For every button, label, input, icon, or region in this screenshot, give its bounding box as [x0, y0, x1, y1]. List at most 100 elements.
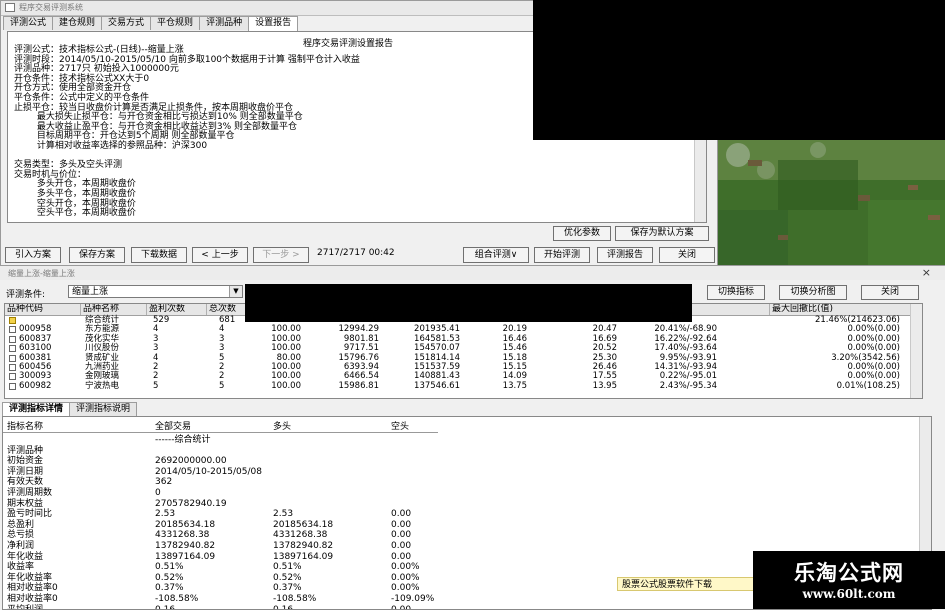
detail-cell-k: 盈亏时间比 — [7, 509, 53, 520]
col-drawdown[interactable]: 最大回撤比(值) — [770, 304, 913, 315]
report-line: 计算相对收益率选择的参照品种：沪深300 — [14, 140, 208, 151]
table-row[interactable]: 600837 茂化实华 3 3 100.00 9801.81 164581.53 16.46 1… — [5, 334, 922, 344]
window-title: 程序交易评测系统 — [19, 3, 83, 12]
close-button[interactable]: 关闭 — [659, 247, 715, 263]
detail-cell-b: 0.52% — [273, 572, 302, 583]
detail-cell-a: 20185634.18 — [155, 519, 216, 530]
download-data-button[interactable]: 下载数据 — [131, 247, 187, 263]
detail-row: 盈亏时间比 2.53 2.53 0.00 — [3, 509, 931, 520]
table-row[interactable]: 600982 宁波热电 5 5 100.00 15986.81 137546.61 13.75… — [5, 380, 922, 391]
detail-cell-k: 总亏损 — [7, 530, 35, 541]
redaction-block — [245, 284, 692, 322]
checkbox[interactable] — [9, 364, 16, 371]
col-name[interactable]: 品种名称 — [81, 304, 147, 315]
progress-text: 2717/2717 00:42 — [317, 248, 395, 258]
checkbox[interactable] — [9, 382, 16, 390]
cell-pct: 100.00 — [271, 380, 301, 391]
table-row[interactable]: 600381 贤成矿业 4 5 80.00 15796.76 151814.14 15.18 2… — [5, 353, 922, 363]
tab-report[interactable]: 设置报告 — [248, 16, 299, 31]
detail-row: 净利润 13782940.82 13782940.82 0.00 — [3, 541, 931, 552]
checkbox[interactable] — [9, 345, 16, 353]
detail-cell-a: -108.58% — [155, 594, 199, 604]
report-lines: 评测公式：技术指标公式-(日线)--缩量上涨 评测时段：2014/05/10-20… — [14, 45, 360, 219]
detail-cell-a: 13897164.09 — [155, 551, 216, 562]
col-blank[interactable] — [695, 304, 770, 315]
next-step-button[interactable]: 下一步 > — [253, 247, 309, 263]
switch-indicator-button[interactable]: 切换指标 — [707, 285, 765, 300]
setup-tabs: 评测公式 建仓规则 交易方式 平仓规则 评测品种 设置报告 — [3, 16, 299, 31]
tab-symbols[interactable]: 评测品种 — [199, 16, 250, 30]
cell-win: 2 — [153, 371, 159, 382]
checkbox[interactable] — [9, 326, 16, 334]
close-result-button[interactable]: 关闭 — [861, 285, 919, 300]
detail-row: 期末权益 2705782940.19 — [3, 499, 931, 510]
detail-cell-c: 0.00 — [391, 530, 412, 541]
folder-icon[interactable] — [9, 317, 16, 324]
detail-header-name: 指标名称 — [7, 422, 44, 432]
table-row[interactable]: 300093 金刚玻璃 2 2 100.00 6466.54 140881.43 14.09 1… — [5, 371, 922, 382]
cell-win: 2 — [153, 362, 159, 372]
start-evaluate-button[interactable]: 开始评测 — [534, 247, 590, 263]
checkbox[interactable] — [9, 354, 16, 362]
tab-open-rule[interactable]: 建仓规则 — [52, 16, 103, 30]
setup-toolbar: 引入方案 保存方案 下载数据 < 上一步 下一步 > 2717/2717 00:… — [1, 244, 717, 266]
detail-cell-k: 总盈利 — [7, 519, 35, 530]
window-titlebar: 缩量上涨-缩量上涨 × — [0, 266, 945, 280]
evaluate-report-button[interactable]: 评测报告 — [597, 247, 653, 263]
detail-row: 初始资金 2692000000.00 — [3, 456, 931, 467]
table-row[interactable]: 600456 九洲药业 2 2 100.00 6393.94 151537.59 15.15 2… — [5, 362, 922, 372]
detail-row: 评测品种 — [3, 446, 931, 457]
report-line: 空头平仓，本周期收盘价 — [14, 208, 136, 219]
cell-name: 宁波热电 — [85, 380, 120, 391]
table-row[interactable]: 603100 川仪股份 3 3 100.00 9717.51 154570.07 15.46 2… — [5, 343, 922, 354]
site-logo: 乐淘公式网 www.60lt.com — [753, 551, 945, 609]
checkbox[interactable] — [9, 335, 16, 343]
cell-v2: 137546.61 — [414, 380, 460, 391]
combo-evaluate-button[interactable]: 组合评测∨ — [463, 247, 529, 263]
detail-cell-c: 0.00 — [391, 519, 412, 530]
detail-cell-b: 2.53 — [273, 509, 294, 520]
detail-header-long: 多头 — [273, 422, 292, 432]
detail-cell-k: 相对收益率0 — [7, 594, 58, 604]
col-total[interactable]: 总次数 — [207, 304, 247, 315]
detail-cell-c: 0.00% — [391, 562, 420, 573]
tab-indicator-detail[interactable]: 评测指标详情 — [2, 402, 71, 417]
cell-v4: 13.95 — [592, 380, 617, 391]
detail-row: 有效天数 362 — [3, 477, 931, 488]
grass-photo — [718, 140, 945, 265]
cell-win: 4 — [153, 324, 159, 335]
tab-indicator-help[interactable]: 评测指标说明 — [69, 402, 138, 416]
detail-cell-k: 年化收益率 — [7, 572, 53, 583]
detail-tabs: 评测指标详情 评测指标说明 — [2, 402, 138, 417]
tab-trade-mode[interactable]: 交易方式 — [101, 16, 152, 30]
switch-chart-button[interactable]: 切换分析图 — [779, 285, 847, 300]
detail-row: 评测日期 2014/05/10-2015/05/08 — [3, 467, 931, 478]
checkbox[interactable] — [9, 373, 16, 381]
chevron-down-icon[interactable]: ▼ — [229, 286, 242, 297]
table-row[interactable]: 000958 东方能源 4 4 100.00 12994.29 201935.41 20.19… — [5, 324, 922, 335]
logo-url: www.60lt.com — [802, 587, 896, 601]
save-scheme-button[interactable]: 保存方案 — [69, 247, 125, 263]
close-icon[interactable]: × — [922, 266, 931, 279]
optimize-params-button[interactable]: 优化参数 — [553, 226, 611, 241]
logo-title: 乐淘公式网 — [794, 560, 904, 585]
col-win[interactable]: 盈利次数 — [147, 304, 207, 315]
col-code[interactable]: 品种代码 — [5, 304, 81, 315]
detail-row: 总盈利 20185634.18 20185634.18 0.00 — [3, 520, 931, 531]
tab-close-rule[interactable]: 平仓规则 — [150, 16, 201, 30]
prev-step-button[interactable]: < 上一步 — [192, 247, 248, 263]
detail-cell-a: ------综合统计 — [155, 435, 211, 445]
detail-cell-b: 13897164.09 — [273, 551, 334, 562]
table-scrollbar[interactable] — [910, 304, 922, 398]
tab-formula[interactable]: 评测公式 — [3, 16, 54, 30]
ad-banner[interactable]: 股票公式股票软件下载 — [617, 577, 761, 591]
detail-cell-k: 有效天数 — [7, 477, 44, 488]
window-title: 缩量上涨-缩量上涨 — [8, 269, 75, 278]
import-scheme-button[interactable]: 引入方案 — [5, 247, 61, 263]
save-default-button[interactable]: 保存为默认方案 — [615, 226, 709, 241]
detail-cell-a: 13782940.82 — [155, 541, 216, 551]
detail-cell-a: 0.37% — [155, 583, 184, 594]
cell-win: 3 — [153, 343, 159, 354]
detail-cell-k: 评测品种 — [7, 445, 44, 456]
condition-select[interactable]: 缩量上涨 ▼ — [68, 285, 243, 298]
